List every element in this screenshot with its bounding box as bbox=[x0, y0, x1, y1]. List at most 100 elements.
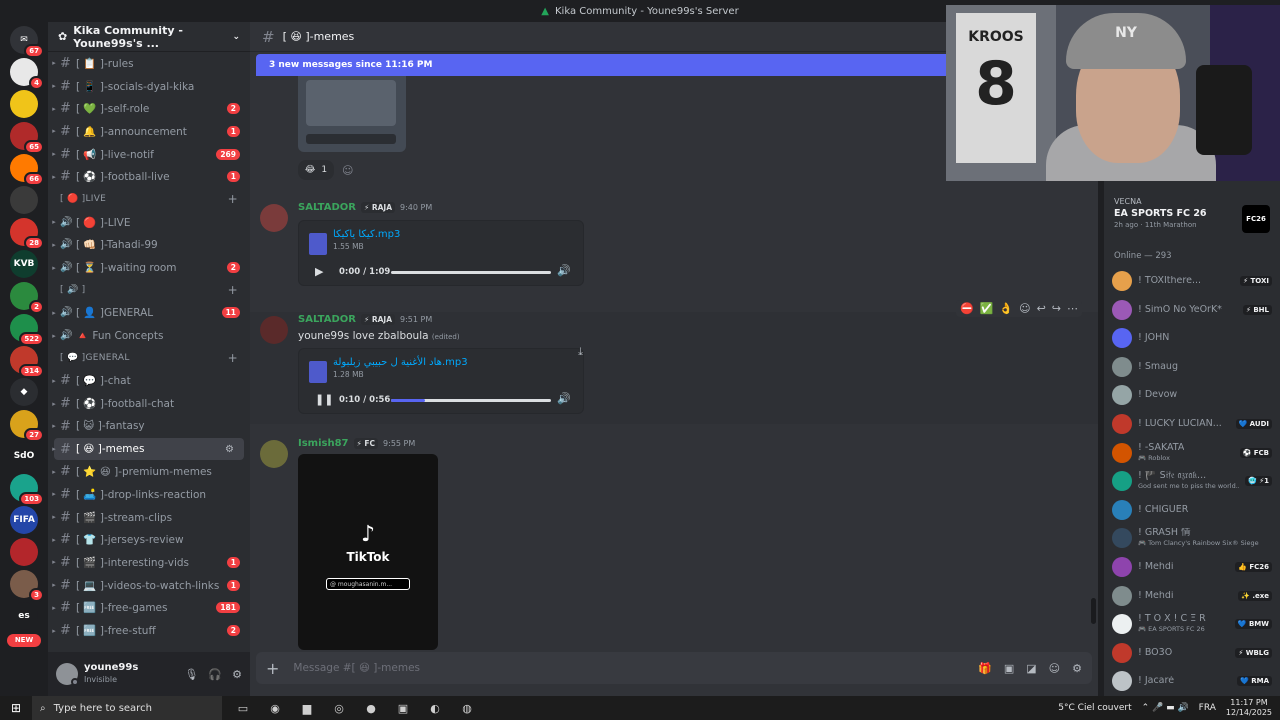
reaction-chip[interactable]: 😂 1 bbox=[298, 160, 334, 180]
text-channel[interactable]: ▸ # [ 😺 ]-fantasy bbox=[48, 415, 250, 438]
new-badge[interactable]: NEW bbox=[7, 634, 41, 647]
voice-channel[interactable]: ▸ 🔊[ 🔴 ]-LIVE bbox=[48, 211, 250, 234]
microphone-icon[interactable]: 🎙 bbox=[184, 668, 198, 681]
tray-icons[interactable]: ⌃ 🎤 ▬ 🔊 bbox=[1142, 703, 1189, 713]
message-action-icon[interactable]: ↩ bbox=[1037, 302, 1046, 315]
author-name[interactable]: SALTADOR bbox=[298, 202, 356, 213]
add-reaction-icon[interactable]: ☺ bbox=[342, 164, 353, 177]
text-channel[interactable]: ▸ # [ 📢 ]-live-notif 269 bbox=[48, 143, 250, 166]
text-channel[interactable]: ▸ # [ 🛋️ ]-drop-links-reaction bbox=[48, 483, 250, 506]
server-icon[interactable]: 67 ✉ bbox=[10, 26, 44, 58]
channel-settings-icon[interactable]: ⚙ bbox=[225, 444, 234, 455]
server-header[interactable]: ✿ Kika Community - Youne99s's ... ⌄ bbox=[48, 22, 250, 52]
audio-progress-track[interactable] bbox=[391, 399, 551, 402]
file-explorer-icon[interactable]: ▆ bbox=[298, 702, 316, 715]
text-channel[interactable]: ▸ # [ ⭐ 😆 ]-premium-memes bbox=[48, 460, 250, 483]
text-channel[interactable]: ▸ # [ 📋 ]-rules bbox=[48, 52, 250, 75]
volume-icon[interactable]: 🔊 bbox=[557, 392, 571, 405]
text-channel[interactable]: ▸ # [ 💻 ]-videos-to-watch-links 1 bbox=[48, 574, 250, 597]
message-action-icon[interactable]: ☺ bbox=[1019, 302, 1030, 315]
video-embed[interactable]: ♪ TikTok @ moughasanin.m... bbox=[298, 454, 438, 650]
text-channel[interactable]: ▸ # [ 😆 ]-memes ⚙ bbox=[52, 437, 244, 461]
member-item[interactable]: ! BO3O ⚡ WBLG bbox=[1112, 641, 1272, 665]
windows-start-icon[interactable]: ⊞ bbox=[0, 701, 32, 715]
member-item[interactable]: ! Smaug bbox=[1112, 355, 1272, 379]
text-channel[interactable]: ▸ # [ 📱 ]-socials-dyal-kika bbox=[48, 75, 250, 98]
audio-progress-track[interactable] bbox=[391, 271, 551, 274]
voice-channel[interactable]: ▸ 🔊[ 👊🏻 ]-Tahadi-99 bbox=[48, 234, 250, 257]
plus-icon[interactable]: + bbox=[266, 659, 279, 678]
text-channel[interactable]: ▸ # [ ⚽ ]-football-live 1 bbox=[48, 165, 250, 188]
member-item[interactable]: ! GRASH 情 🎮 Tom Clancy's Rainbow Six® Sie… bbox=[1112, 526, 1272, 550]
file-name[interactable]: هاد الأغنية ل حبيبي زبلبولة.mp3 bbox=[333, 357, 468, 368]
server-icon[interactable]: 314 bbox=[10, 346, 44, 378]
server-icon[interactable]: 522 bbox=[10, 314, 44, 346]
text-channel[interactable]: ▸ # [ 🆓 ]-free-games 181 bbox=[48, 597, 250, 620]
discord-icon[interactable]: ◐ bbox=[426, 702, 444, 715]
author-avatar[interactable] bbox=[260, 316, 288, 344]
server-icon[interactable]: 103 bbox=[10, 474, 44, 506]
member-item[interactable]: ! LUCKY LUCIAN... 💙 AUDI bbox=[1112, 412, 1272, 436]
gear-icon[interactable]: ⚙ bbox=[232, 668, 242, 681]
taskbar-search[interactable]: ⌕ Type here to search bbox=[32, 696, 222, 720]
member-item[interactable]: ! Mehdi ✨ .exe bbox=[1112, 584, 1272, 608]
play-icon[interactable]: ▶ bbox=[315, 265, 323, 278]
plus-icon[interactable]: + bbox=[228, 283, 238, 297]
voice-channel[interactable]: ▸ 🔊 🔺 Fun Concepts bbox=[48, 324, 250, 347]
text-channel[interactable]: ▸ # [ 💚 ]-self-role 2 bbox=[48, 97, 250, 120]
text-channel[interactable]: ▸ # [ 👕 ]-jerseys-review bbox=[48, 528, 250, 551]
image-attachment[interactable] bbox=[298, 76, 406, 152]
download-icon[interactable]: ⤓ bbox=[578, 345, 583, 359]
file-name[interactable]: كيكا ياكيكا.mp3 bbox=[333, 229, 400, 240]
message-action-icon[interactable]: ⛔ bbox=[960, 302, 974, 315]
spotify-icon[interactable]: ● bbox=[362, 702, 380, 715]
member-item[interactable]: ! Devow bbox=[1112, 383, 1272, 407]
text-channel[interactable]: ▸ # [ 🔔 ]-announcement 1 bbox=[48, 120, 250, 143]
channel-category[interactable]: [ 🔊 ] + bbox=[48, 279, 250, 302]
server-icon[interactable]: 65 bbox=[10, 122, 44, 154]
plus-icon[interactable]: + bbox=[228, 351, 238, 365]
server-icon[interactable]: ◆ bbox=[10, 378, 38, 406]
server-icon[interactable]: 3 bbox=[10, 570, 44, 602]
emoji-icon[interactable]: ☺ bbox=[1049, 662, 1060, 675]
pause-icon[interactable]: ❚❚ bbox=[315, 393, 333, 406]
text-channel[interactable]: ▸ # [ ⚽ ]-football-chat bbox=[48, 392, 250, 415]
gif-icon[interactable]: ▣ bbox=[1004, 662, 1014, 675]
member-item[interactable]: ! CHIGUER bbox=[1112, 498, 1272, 522]
channel-category[interactable]: [ 🔴 ]LIVE + bbox=[48, 188, 250, 211]
message-action-icon[interactable]: 👌 bbox=[999, 302, 1013, 315]
server-icon[interactable]: es bbox=[10, 602, 38, 630]
sticker-icon[interactable]: ◪ bbox=[1026, 662, 1036, 675]
clock[interactable]: 11:17 PM 12/14/2025 bbox=[1226, 698, 1272, 718]
member-item[interactable]: ! T O X ! C Ξ R 🎮 EA SPORTS FC 26 💙 BMW bbox=[1112, 612, 1272, 636]
server-icon[interactable]: 2 bbox=[10, 282, 44, 314]
obs-icon[interactable]: ◍ bbox=[458, 702, 476, 715]
headset-icon[interactable]: 🎧 bbox=[208, 668, 222, 681]
message-input[interactable]: Message #[ 😆 ]-memes bbox=[293, 662, 420, 674]
member-item[interactable]: ! -SAKATA 🎮 Roblox ⚽ FCB bbox=[1112, 441, 1272, 465]
message-action-icon[interactable]: ⋯ bbox=[1067, 302, 1078, 315]
text-channel[interactable]: ▸ # [ 🎬 ]-interesting-vids 1 bbox=[48, 551, 250, 574]
gift-icon[interactable]: 🎁 bbox=[978, 662, 992, 675]
server-icon[interactable]: 4 bbox=[10, 58, 44, 90]
server-icon[interactable]: 66 bbox=[10, 154, 44, 186]
scrollbar[interactable] bbox=[1091, 598, 1096, 624]
member-item[interactable]: ! 🏴 Ṡ𝔦𝔣𝔢 𝔞𝔷𝔯𝔞𝔨... God sent me to piss the… bbox=[1112, 469, 1272, 493]
volume-icon[interactable]: 🔊 bbox=[557, 264, 571, 277]
member-item[interactable]: ! TOXIthere... ⚡ TOXI bbox=[1112, 269, 1272, 293]
message-action-icon[interactable]: ✅ bbox=[980, 302, 994, 315]
author-name[interactable]: Ismish87 bbox=[298, 438, 349, 449]
server-icon[interactable] bbox=[10, 90, 38, 118]
message-action-icon[interactable]: ↪ bbox=[1052, 302, 1061, 315]
author-avatar[interactable] bbox=[260, 440, 288, 468]
member-item[interactable]: ! JOHN bbox=[1112, 326, 1272, 350]
server-icon[interactable]: 27 bbox=[10, 410, 44, 442]
text-channel[interactable]: ▸ # [ 🎬 ]-stream-clips bbox=[48, 506, 250, 529]
member-item[interactable]: ! SimO No YeOrK* ⚡ BHL bbox=[1112, 298, 1272, 322]
channel-category[interactable]: [ 💬 ]GENERAL + bbox=[48, 347, 250, 370]
member-item[interactable]: ! Mehdi 👍 FC26 bbox=[1112, 555, 1272, 579]
server-icon[interactable]: 28 bbox=[10, 218, 44, 250]
author-name[interactable]: SALTADOR bbox=[298, 314, 356, 325]
server-icon[interactable]: KVB bbox=[10, 250, 38, 278]
weather-widget[interactable]: 5°C Ciel couvert bbox=[1058, 703, 1131, 713]
